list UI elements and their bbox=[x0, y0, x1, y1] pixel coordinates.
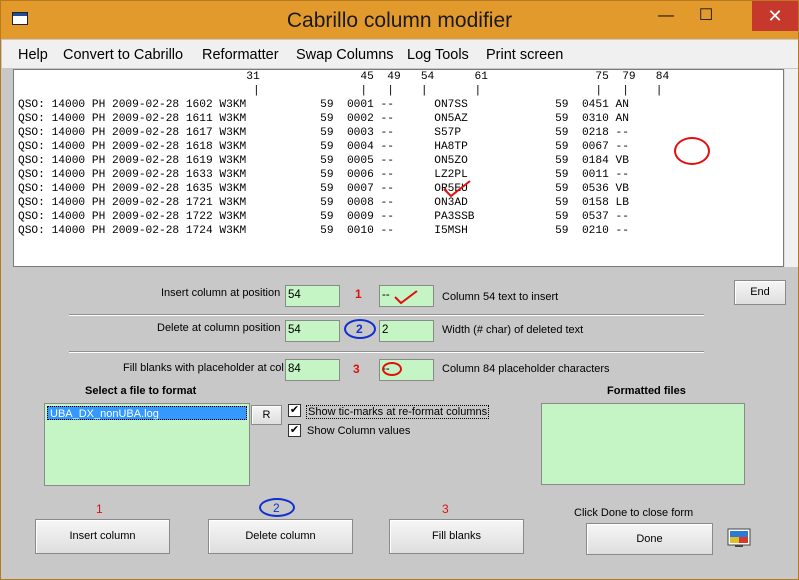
fill-position-label: Fill blanks with placeholder at col bbox=[123, 362, 284, 374]
log-text-area[interactable]: 31 45 49 54 61 75 79 84 | | | | | | | | … bbox=[13, 69, 784, 267]
log-line: QSO: 14000 PH 2009-02-28 1617 W3KM 59 00… bbox=[18, 127, 629, 139]
delete-position-label: Delete at column position bbox=[157, 322, 281, 334]
maximize-button[interactable]: ☐ bbox=[689, 1, 723, 31]
fill-placeholder-caption: Column 84 placeholder characters bbox=[442, 363, 610, 375]
app-window: Cabrillo column modifier — ☐ ✕ Help Conv… bbox=[0, 0, 799, 580]
checkmark-annotation bbox=[394, 290, 418, 305]
menu-reformatter[interactable]: Reformatter bbox=[202, 47, 279, 63]
formatted-files-list[interactable] bbox=[541, 403, 745, 485]
step-number-3: 3 bbox=[353, 362, 360, 376]
log-line: QSO: 14000 PH 2009-02-28 1611 W3KM 59 00… bbox=[18, 113, 629, 125]
fill-position-input[interactable]: 84 bbox=[285, 359, 340, 381]
close-button[interactable]: ✕ bbox=[752, 1, 798, 31]
insert-column-button[interactable]: Insert column bbox=[35, 519, 170, 554]
log-line: QSO: 14000 PH 2009-02-28 1633 W3KM 59 00… bbox=[18, 169, 629, 181]
log-line: QSO: 14000 PH 2009-02-28 1619 W3KM 59 00… bbox=[18, 155, 629, 167]
screenshot-icon[interactable] bbox=[727, 528, 751, 548]
step-number-1: 1 bbox=[355, 287, 362, 301]
step-number-2: 2 bbox=[356, 322, 363, 336]
step-number-1: 1 bbox=[96, 502, 103, 516]
annotation-ellipse-red bbox=[674, 137, 710, 165]
log-line: QSO: 14000 PH 2009-02-28 1618 W3KM 59 00… bbox=[18, 141, 629, 153]
menu-bar: Help Convert to Cabrillo Reformatter Swa… bbox=[2, 40, 798, 68]
menu-log-tools[interactable]: Log Tools bbox=[407, 47, 469, 63]
delete-width-input[interactable]: 2 bbox=[379, 320, 434, 342]
done-button[interactable]: Done bbox=[586, 523, 713, 555]
file-list-item[interactable]: UBA_DX_nonUBA.log bbox=[47, 406, 247, 420]
show-column-values-label[interactable]: Show Column values bbox=[307, 425, 410, 437]
show-tic-marks-label[interactable]: Show tic-marks at re-format columns bbox=[306, 405, 490, 419]
menu-print-screen[interactable]: Print screen bbox=[486, 47, 563, 63]
divider bbox=[69, 351, 704, 353]
title-bar[interactable]: Cabrillo column modifier — ☐ ✕ bbox=[1, 1, 798, 39]
delete-column-button[interactable]: Delete column bbox=[208, 519, 353, 554]
insert-text-caption: Column 54 text to insert bbox=[442, 291, 559, 303]
insert-position-input[interactable]: 54 bbox=[285, 285, 340, 307]
menu-help[interactable]: Help bbox=[18, 47, 48, 63]
file-select-heading: Select a file to format bbox=[85, 385, 197, 397]
divider bbox=[69, 314, 704, 316]
show-tic-marks-checkbox[interactable]: ✔ bbox=[288, 404, 301, 417]
menu-swap-columns[interactable]: Swap Columns bbox=[296, 47, 394, 63]
formatted-files-heading: Formatted files bbox=[607, 385, 686, 397]
end-button[interactable]: End bbox=[734, 280, 786, 305]
minimize-button[interactable]: — bbox=[649, 1, 683, 31]
insert-position-label: Insert column at position bbox=[161, 287, 281, 299]
step-number-3: 3 bbox=[442, 502, 449, 516]
refresh-button[interactable]: R bbox=[251, 405, 282, 425]
step-number-2: 2 bbox=[273, 501, 280, 515]
log-line: QSO: 14000 PH 2009-02-28 1635 W3KM 59 00… bbox=[18, 183, 629, 195]
delete-position-input[interactable]: 54 bbox=[285, 320, 340, 342]
show-column-values-checkbox[interactable]: ✔ bbox=[288, 424, 301, 437]
log-header-columns: 31 45 49 54 61 75 79 84 bbox=[18, 71, 670, 83]
delete-width-caption: Width (# char) of deleted text bbox=[442, 324, 584, 336]
log-line: QSO: 14000 PH 2009-02-28 1721 W3KM 59 00… bbox=[18, 197, 629, 209]
log-scrollbar[interactable] bbox=[784, 69, 798, 267]
file-list[interactable]: UBA_DX_nonUBA.log bbox=[44, 403, 250, 486]
log-header-ticks: | | | | | | | | bbox=[18, 85, 663, 97]
log-line: QSO: 14000 PH 2009-02-28 1602 W3KM 59 00… bbox=[18, 99, 629, 111]
annotation-ellipse-red bbox=[382, 362, 402, 376]
fill-blanks-button[interactable]: Fill blanks bbox=[389, 519, 524, 554]
menu-convert-to-cabrillo[interactable]: Convert to Cabrillo bbox=[63, 47, 183, 63]
log-line: QSO: 14000 PH 2009-02-28 1724 W3KM 59 00… bbox=[18, 225, 629, 237]
checkmark-annotation bbox=[443, 180, 471, 198]
done-hint: Click Done to close form bbox=[574, 507, 694, 519]
log-line: QSO: 14000 PH 2009-02-28 1722 W3KM 59 00… bbox=[18, 211, 629, 223]
